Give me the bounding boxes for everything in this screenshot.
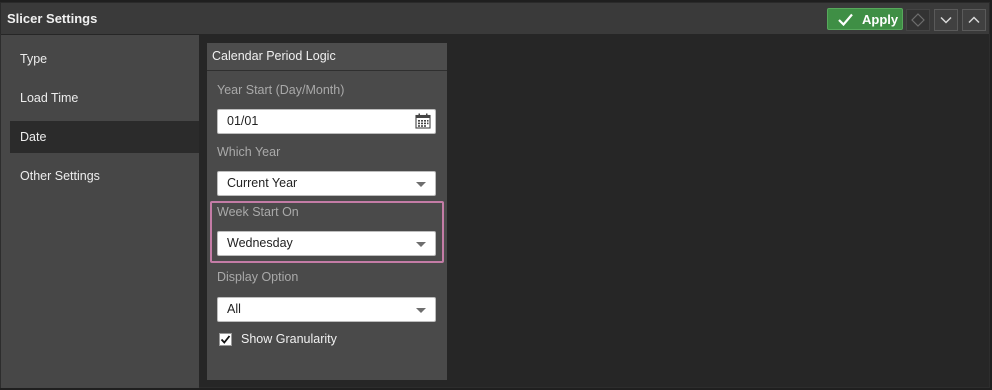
display-option-dropdown[interactable]: All xyxy=(217,297,436,322)
chevron-up-icon xyxy=(968,16,980,24)
sidebar-item-other-settings[interactable]: Other Settings xyxy=(10,160,199,192)
sidebar-item-label: Date xyxy=(20,130,47,144)
sidebar-item-label: Other Settings xyxy=(20,169,100,183)
display-option-value: All xyxy=(227,302,241,316)
checkmark-icon xyxy=(220,334,231,344)
year-start-label: Year Start (Day/Month) xyxy=(217,83,345,97)
diamond-button[interactable] xyxy=(906,9,930,31)
sidebar-item-label: Load Time xyxy=(20,91,79,105)
show-granularity-checkbox[interactable] xyxy=(219,332,232,346)
window-title: Slicer Settings xyxy=(7,11,98,26)
title-bar: Slicer Settings Apply xyxy=(0,2,990,34)
apply-label: Apply xyxy=(862,11,899,27)
chevron-down-icon xyxy=(940,16,952,24)
dropdown-caret-icon xyxy=(416,182,426,187)
checkmark-icon xyxy=(838,13,853,26)
show-granularity-row[interactable]: Show Granularity xyxy=(219,332,337,346)
display-option-label: Display Option xyxy=(217,270,299,284)
week-start-value: Wednesday xyxy=(227,236,293,250)
sidebar-item-date[interactable]: Date xyxy=(10,121,199,153)
year-start-input[interactable]: 01/01 xyxy=(217,109,436,134)
settings-sidebar: Type Load Time Date Other Settings xyxy=(1,35,199,388)
panel-title: Calendar Period Logic xyxy=(207,43,447,71)
dropdown-caret-icon xyxy=(416,308,426,313)
year-start-value: 01/01 xyxy=(227,114,259,128)
calendar-period-panel: Calendar Period Logic Year Start (Day/Mo… xyxy=(207,43,447,380)
expand-button[interactable] xyxy=(962,9,986,31)
dropdown-caret-icon xyxy=(416,242,426,247)
sidebar-item-type[interactable]: Type xyxy=(10,43,199,75)
show-granularity-label: Show Granularity xyxy=(241,332,337,346)
sidebar-item-label: Type xyxy=(20,52,48,66)
which-year-value: Current Year xyxy=(227,176,298,190)
collapse-button[interactable] xyxy=(934,9,958,31)
week-start-label: Week Start On xyxy=(217,205,299,219)
which-year-label: Which Year xyxy=(217,145,281,159)
apply-button[interactable]: Apply xyxy=(827,8,903,30)
diamond-icon xyxy=(911,13,925,27)
sidebar-item-load-time[interactable]: Load Time xyxy=(10,82,199,114)
calendar-icon[interactable] xyxy=(415,113,431,129)
week-start-dropdown[interactable]: Wednesday xyxy=(217,231,436,256)
which-year-dropdown[interactable]: Current Year xyxy=(217,171,436,196)
